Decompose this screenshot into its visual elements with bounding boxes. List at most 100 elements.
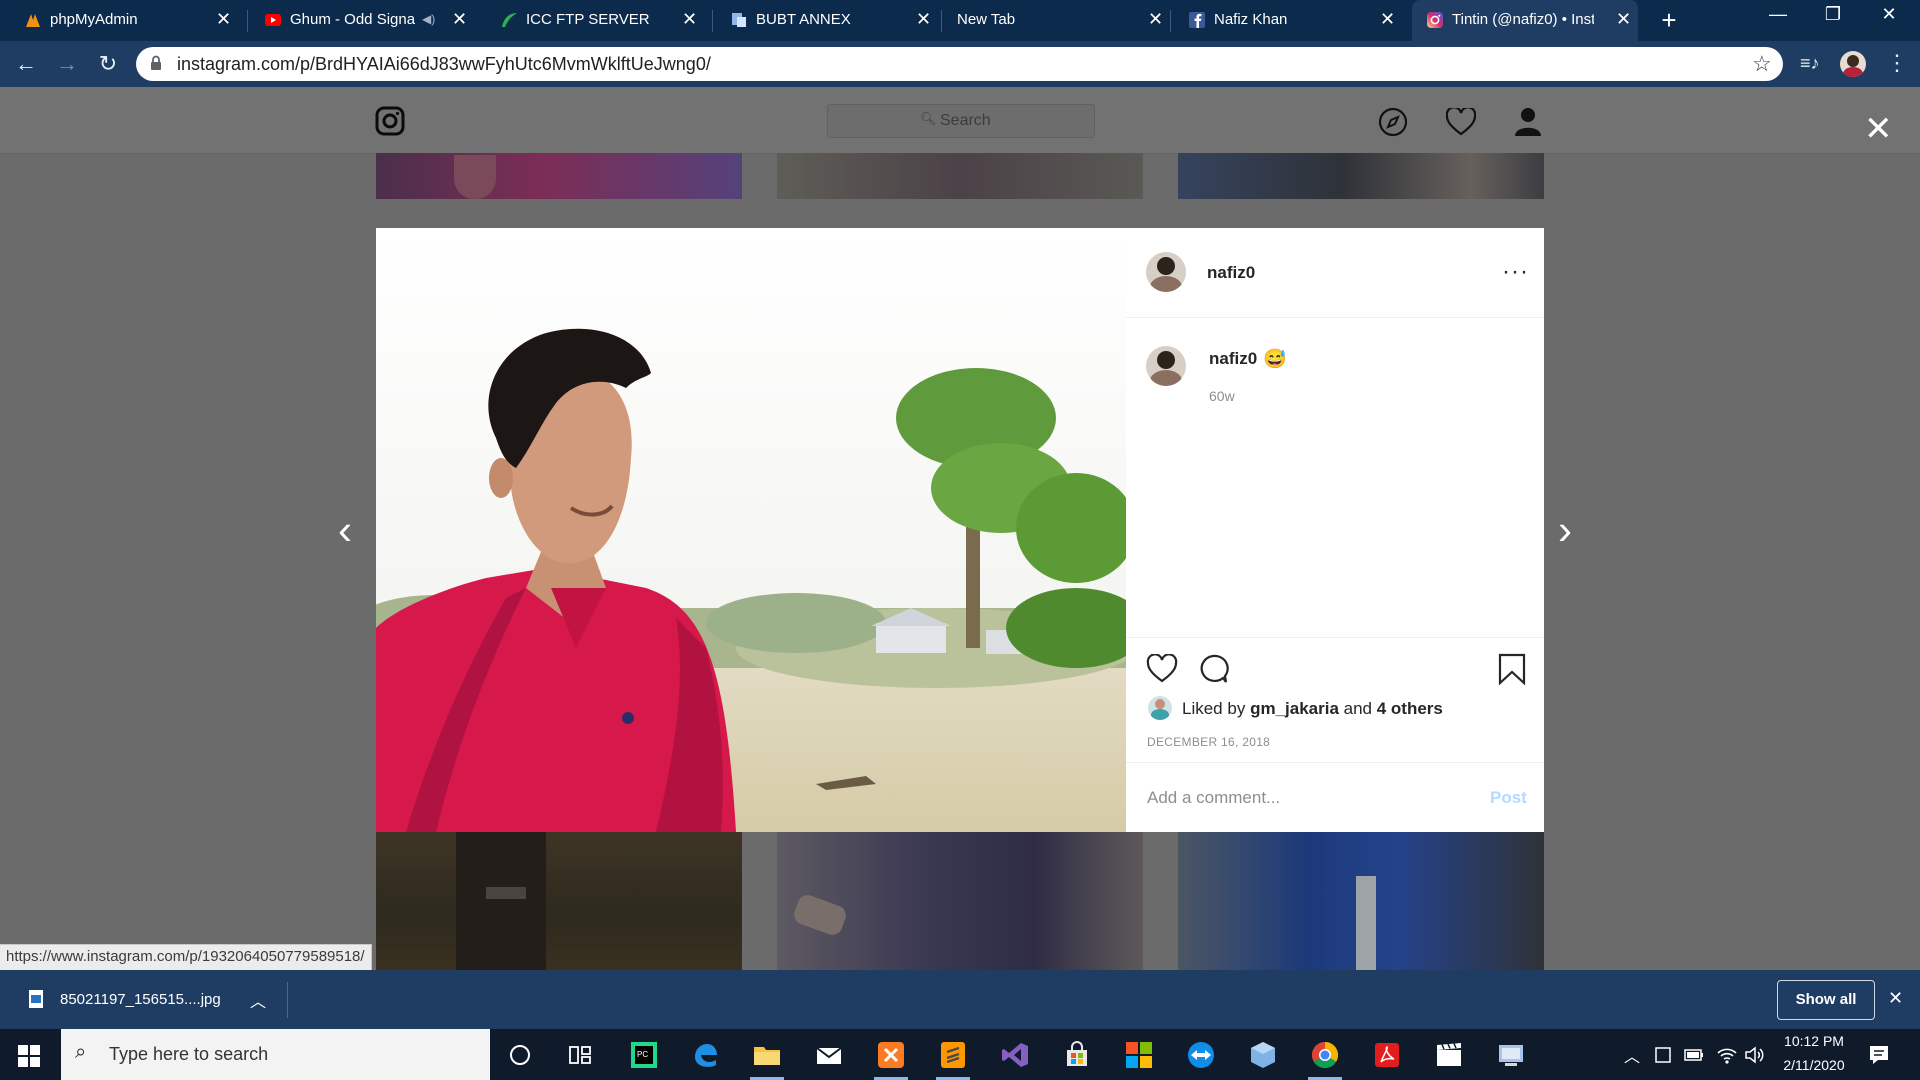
file-image-icon — [29, 990, 43, 1008]
profile-person-icon[interactable] — [1514, 106, 1542, 136]
chrome-icon[interactable] — [1310, 1040, 1340, 1070]
tab-separator — [712, 10, 713, 32]
next-post-chevron-icon[interactable]: › — [1558, 509, 1572, 551]
tab-phpmyadmin[interactable]: phpMyAdmin ✕ — [10, 0, 240, 41]
file-explorer-icon[interactable] — [752, 1040, 782, 1070]
close-tab-icon[interactable]: ✕ — [916, 9, 931, 30]
close-download-bar-icon[interactable]: ✕ — [1888, 988, 1903, 1009]
comment-bubble-icon[interactable] — [1197, 654, 1229, 684]
more-options-icon[interactable]: ··· — [1502, 258, 1529, 286]
cortana-icon[interactable] — [508, 1043, 532, 1067]
address-text: instagram.com/p/BrdHYAIAi66dJ83wwFyhUtc6… — [177, 54, 711, 74]
grid-thumbnail[interactable] — [376, 153, 742, 199]
notifications-icon[interactable] — [1868, 1044, 1890, 1066]
post-date[interactable]: DECEMBER 16, 2018 — [1147, 735, 1270, 749]
caption-username[interactable]: nafiz0 — [1209, 349, 1257, 369]
xampp-icon[interactable] — [876, 1040, 906, 1070]
likes-others-link[interactable]: 4 others — [1377, 699, 1443, 718]
tab-bubt-annex[interactable]: BUBT ANNEX ✕ — [716, 0, 936, 41]
grid-thumbnail[interactable] — [1178, 832, 1544, 971]
taskbar-search-box[interactable]: ⌕ Type here to search — [61, 1029, 490, 1080]
menu-dots-icon[interactable]: ⋮ — [1886, 50, 1908, 76]
speaker-icon[interactable]: ◀) — [422, 12, 435, 26]
previous-post-chevron-icon[interactable]: ‹ — [338, 509, 352, 551]
grid-thumbnail[interactable] — [376, 832, 742, 971]
grid-thumbnail[interactable] — [777, 153, 1143, 199]
tray-app-icon[interactable] — [1654, 1046, 1672, 1064]
tab-title: phpMyAdmin — [50, 11, 138, 28]
visual-studio-icon[interactable] — [1000, 1040, 1030, 1070]
caption-avatar[interactable] — [1146, 346, 1186, 386]
store-icon[interactable] — [1062, 1040, 1092, 1070]
battery-icon[interactable] — [1684, 1048, 1704, 1062]
activity-heart-icon[interactable] — [1446, 108, 1476, 136]
virtualbox-icon[interactable] — [1248, 1040, 1278, 1070]
back-arrow-icon[interactable]: ← — [12, 50, 40, 78]
grid-thumbnail[interactable] — [1178, 153, 1544, 199]
profile-avatar[interactable] — [1840, 51, 1866, 77]
minimize-icon[interactable]: — — [1755, 4, 1801, 25]
close-tab-icon[interactable]: ✕ — [216, 9, 231, 30]
control-panel-icon[interactable] — [1496, 1040, 1526, 1070]
restore-icon[interactable]: ❐ — [1810, 4, 1856, 25]
instagram-logo-icon[interactable] — [375, 106, 405, 136]
svg-text:PC: PC — [637, 1050, 648, 1059]
mail-icon[interactable] — [814, 1040, 844, 1070]
like-heart-icon[interactable] — [1146, 654, 1178, 684]
download-item[interactable]: 85021197_156515....jpg ︿ — [0, 970, 287, 1029]
close-tab-icon[interactable]: ✕ — [452, 9, 467, 30]
caption-timestamp[interactable]: 60w — [1209, 388, 1235, 404]
tab-facebook[interactable]: Nafiz Khan ✕ — [1174, 0, 1395, 41]
chevron-up-icon[interactable]: ︿ — [250, 988, 266, 1012]
divider — [1126, 317, 1544, 318]
close-tab-icon[interactable]: ✕ — [1616, 9, 1631, 30]
forward-arrow-icon[interactable]: → — [53, 50, 81, 78]
close-tab-icon[interactable]: ✕ — [1148, 9, 1163, 30]
close-tab-icon[interactable]: ✕ — [1380, 9, 1395, 30]
new-tab-button[interactable]: + — [1654, 6, 1684, 36]
document-icon — [732, 13, 746, 27]
wifi-icon[interactable] — [1716, 1045, 1738, 1065]
liker-username[interactable]: gm_jakaria — [1250, 699, 1339, 718]
chevron-up-icon[interactable]: ︿ — [1624, 1043, 1640, 1067]
instagram-search-input[interactable]: 🔍︎ Search — [827, 104, 1095, 138]
divider — [1126, 637, 1544, 638]
task-view-icon[interactable] — [568, 1043, 592, 1067]
explore-compass-icon[interactable] — [1378, 107, 1408, 137]
liker-avatar[interactable] — [1148, 696, 1172, 720]
post-comment-button[interactable]: Post — [1490, 788, 1527, 808]
sublime-text-icon[interactable] — [938, 1040, 968, 1070]
link-status-bar: https://www.instagram.com/p/193206405077… — [0, 944, 372, 972]
grid-thumbnail[interactable] — [777, 832, 1143, 971]
likes-and: and — [1343, 699, 1373, 718]
tab-icc-ftp[interactable]: ICC FTP SERVER ✕ — [486, 0, 706, 41]
media-queue-icon[interactable]: ≡♪ — [1800, 53, 1820, 74]
bookmark-star-icon[interactable]: ☆ — [1752, 51, 1772, 77]
teamviewer-icon[interactable] — [1186, 1040, 1216, 1070]
acrobat-icon[interactable] — [1372, 1040, 1402, 1070]
close-window-icon[interactable]: ✕ — [1866, 4, 1912, 25]
windows-start-icon[interactable] — [18, 1045, 40, 1067]
save-bookmark-icon[interactable] — [1498, 653, 1526, 685]
clock-time[interactable]: 10:12 PM — [1782, 1033, 1846, 1049]
author-avatar[interactable] — [1146, 252, 1186, 292]
pycharm-icon[interactable]: PC — [629, 1040, 659, 1070]
reload-icon[interactable]: ↻ — [94, 50, 122, 78]
show-all-label: Show all — [1795, 991, 1857, 1008]
author-username[interactable]: nafiz0 — [1207, 263, 1255, 283]
close-modal-icon[interactable]: ✕ — [1864, 112, 1893, 146]
tab-title: Tintin (@nafiz0) • Insta — [1452, 11, 1594, 28]
show-all-downloads-button[interactable]: Show all — [1777, 980, 1875, 1020]
tab-instagram-active[interactable]: Tintin (@nafiz0) • Insta ✕ — [1412, 0, 1638, 41]
tab-separator — [1170, 10, 1171, 32]
office-tiles-icon[interactable] — [1124, 1040, 1154, 1070]
clock-date[interactable]: 2/11/2020 — [1776, 1057, 1852, 1073]
tab-youtube[interactable]: Ghum - Odd Signa ◀) ✕ — [250, 0, 475, 41]
tab-title: ICC FTP SERVER — [526, 11, 650, 28]
tab-new-tab[interactable]: New Tab ✕ — [945, 0, 1165, 41]
volume-icon[interactable] — [1744, 1046, 1766, 1064]
close-tab-icon[interactable]: ✕ — [682, 9, 697, 30]
comment-input[interactable]: Add a comment... — [1147, 788, 1280, 808]
video-editor-icon[interactable] — [1434, 1040, 1464, 1070]
edge-icon[interactable] — [690, 1040, 720, 1070]
